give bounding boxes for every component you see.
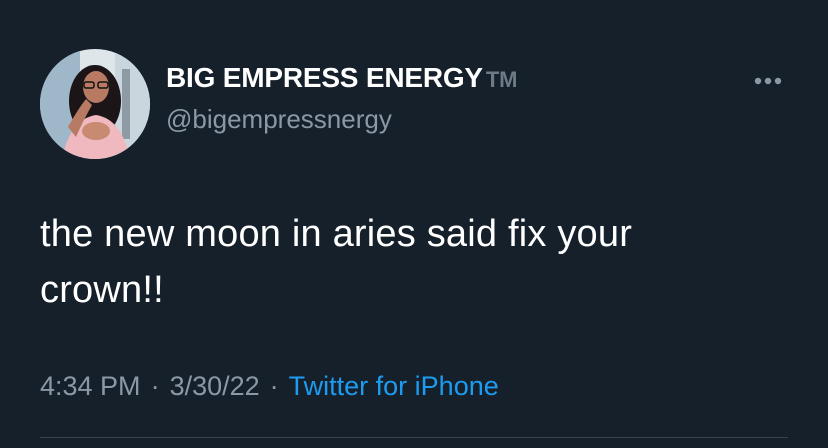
tweet-source-link[interactable]: Twitter for iPhone [289,371,499,401]
divider [40,437,788,438]
author-handle[interactable]: @bigempressnergy [166,104,392,135]
avatar[interactable] [40,49,150,159]
display-name-text: BIG EMPRESS ENERGY [166,62,483,93]
tweet-time[interactable]: 4:34 PM [40,371,141,401]
separator-dot: · [150,371,160,401]
more-horizontal-icon [754,77,782,85]
more-options-button[interactable] [750,66,790,96]
tweet-card: BIG EMPRESS ENERGY TM @bigempressnergy th… [0,0,828,448]
separator-dot: · [269,371,279,401]
tweet-metadata: 4:34 PM · 3/30/22 · Twitter for iPhone [40,371,499,402]
tweet-date[interactable]: 3/30/22 [170,371,260,401]
author-display-name[interactable]: BIG EMPRESS ENERGY TM [166,62,517,94]
avatar-image [40,49,150,159]
trademark-suffix: TM [485,67,518,92]
tweet-text: the new moon in aries said fix your crow… [40,213,633,311]
